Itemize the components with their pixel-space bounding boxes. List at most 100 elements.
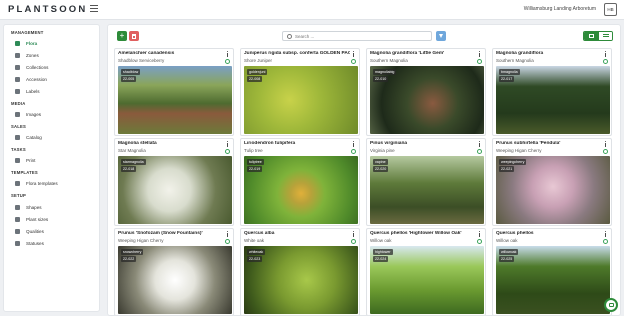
menu-toggle-icon[interactable]	[90, 5, 98, 14]
sidebar-section-sales: SALES	[11, 124, 26, 129]
add-flora-button[interactable]: +	[117, 31, 127, 41]
accession-code: 22-023	[247, 256, 263, 262]
card-scientific-name: Quercus phellos	[496, 231, 534, 236]
flora-card[interactable]: Pinus virginiana Virginia pine vapine 22…	[366, 138, 486, 226]
select-checkbox[interactable]	[477, 239, 482, 244]
card-scientific-name: Pinus virginiana	[370, 141, 408, 146]
flora-card[interactable]: Quercus alba White oak whiteoak 22-023	[240, 228, 360, 315]
sidebar-item-accession[interactable]: Accession	[4, 75, 100, 85]
more-options-icon[interactable]	[227, 141, 229, 147]
filter-button[interactable]	[436, 31, 446, 41]
chat-support-button[interactable]	[604, 298, 618, 312]
sidebar-item-shapes[interactable]: Shapes	[4, 203, 100, 213]
flora-card[interactable]: Juniperus rigida subsp. conferta GOLDEN …	[240, 48, 360, 136]
organization-name: Williamsburg Landing Arboretum	[523, 6, 596, 12]
sidebar-item-plant-sizes[interactable]: Plant sizes	[4, 215, 100, 225]
search-input[interactable]	[295, 33, 425, 40]
more-options-icon[interactable]	[479, 231, 481, 237]
app-logo[interactable]: PLANTSOON	[8, 4, 87, 15]
card-photo: weepingcherry 22-021	[496, 156, 610, 224]
top-bar: PLANTSOON Williamsburg Landing Arboretum…	[0, 0, 624, 20]
select-checkbox[interactable]	[603, 239, 608, 244]
more-options-icon[interactable]	[479, 141, 481, 147]
plant-sizes-icon	[15, 217, 20, 222]
sidebar-section-setup: SETUP	[11, 193, 26, 198]
select-checkbox[interactable]	[603, 149, 608, 154]
accession-code: 22-024	[373, 256, 389, 262]
card-scientific-name: Prunus subhirtella 'Pendula'	[496, 141, 561, 146]
card-photo: magnoliabig 22-010	[370, 66, 484, 134]
sidebar-item-collections[interactable]: Collections	[4, 63, 100, 73]
photo-tag: hightower	[373, 249, 393, 255]
sidebar-item-flora[interactable]: Flora	[4, 39, 100, 49]
sidebar-item-label: Plant sizes	[26, 217, 49, 222]
sidebar-item-label: Statuses	[26, 241, 44, 246]
sidebar-item-catalog[interactable]: Catalog	[4, 133, 100, 143]
labels-icon	[15, 89, 20, 94]
zones-icon	[15, 53, 20, 58]
sidebar-section-tasks: TASKS	[11, 147, 26, 152]
card-common-name: Star Magnolia	[118, 148, 146, 153]
sidebar: MANAGEMENT Flora Zones Collections Acces…	[3, 24, 100, 312]
flora-card[interactable]: Amelanchier canadensis Shadblow Serviceb…	[114, 48, 234, 136]
flora-card[interactable]: Magnolia grandiflora Southern Magnolia b…	[492, 48, 612, 136]
card-photo: willowoak 22-025	[496, 246, 610, 314]
more-options-icon[interactable]	[479, 51, 481, 57]
select-checkbox[interactable]	[477, 59, 482, 64]
more-options-icon[interactable]	[605, 141, 607, 147]
sidebar-item-zones[interactable]: Zones	[4, 51, 100, 61]
more-options-icon[interactable]	[227, 51, 229, 57]
more-options-icon[interactable]	[353, 51, 355, 57]
more-options-icon[interactable]	[353, 231, 355, 237]
sidebar-item-flora-templates[interactable]: Flora templates	[4, 179, 100, 189]
flora-card[interactable]: Magnolia grandiflora 'Little Gem' Southe…	[366, 48, 486, 136]
flora-card[interactable]: Prunus 'Snofozam (Snow Fountains)' Weepi…	[114, 228, 234, 315]
more-options-icon[interactable]	[227, 231, 229, 237]
select-checkbox[interactable]	[225, 59, 230, 64]
sidebar-item-label: Shapes	[26, 205, 42, 210]
card-photo: goldenjuni 22-008	[244, 66, 358, 134]
sidebar-item-qualities[interactable]: Qualities	[4, 227, 100, 237]
flora-card[interactable]: Prunus subhirtella 'Pendula' Weeping Hig…	[492, 138, 612, 226]
sidebar-item-images[interactable]: Images	[4, 110, 100, 120]
list-icon	[603, 34, 609, 35]
select-checkbox[interactable]	[225, 149, 230, 154]
photo-tag: bmagnolia	[499, 69, 520, 75]
flora-card[interactable]: Quercus phellos 'Hightower Willow Oak' W…	[366, 228, 486, 315]
search-field[interactable]	[282, 31, 432, 41]
sidebar-item-labels[interactable]: Labels	[4, 87, 100, 97]
card-common-name: Virginia pine	[370, 148, 395, 153]
sidebar-item-label: Labels	[26, 89, 40, 94]
more-options-icon[interactable]	[353, 141, 355, 147]
sidebar-item-label: Images	[26, 112, 42, 117]
select-checkbox[interactable]	[351, 239, 356, 244]
more-options-icon[interactable]	[605, 231, 607, 237]
sidebar-item-print[interactable]: Print	[4, 156, 100, 166]
card-common-name: Shore Juniper	[244, 58, 273, 63]
user-avatar[interactable]: HB	[604, 3, 617, 16]
select-checkbox[interactable]	[603, 59, 608, 64]
sidebar-item-label: Print	[26, 158, 36, 163]
select-checkbox[interactable]	[225, 239, 230, 244]
accession-code: 22-022	[121, 256, 137, 262]
flora-card[interactable]: Magnolia stellata Star Magnolia starmagn…	[114, 138, 234, 226]
grid-view-button[interactable]	[584, 32, 599, 40]
more-options-icon[interactable]	[605, 51, 607, 57]
select-checkbox[interactable]	[351, 59, 356, 64]
flora-card[interactable]: Quercus phellos Willow oak willowoak 22-…	[492, 228, 612, 315]
flora-card[interactable]: Liriodendron tulipifera Tulip tree tulip…	[240, 138, 360, 226]
card-scientific-name: Quercus phellos 'Hightower Willow Oak'	[370, 231, 462, 236]
photo-tag: magnoliabig	[373, 69, 397, 75]
qualities-icon	[15, 229, 20, 234]
photo-tag: weepingcherry	[499, 159, 527, 165]
card-scientific-name: Quercus alba	[244, 231, 275, 236]
accession-code: 22-017	[499, 76, 515, 82]
sidebar-item-label: Flora	[26, 41, 38, 46]
sidebar-item-statuses[interactable]: Statuses	[4, 239, 100, 249]
card-photo: tuliptree 22-019	[244, 156, 358, 224]
select-checkbox[interactable]	[351, 149, 356, 154]
select-checkbox[interactable]	[477, 149, 482, 154]
card-common-name: Willow oak	[370, 238, 392, 243]
delete-button[interactable]	[129, 31, 139, 41]
list-view-button[interactable]	[599, 32, 612, 40]
